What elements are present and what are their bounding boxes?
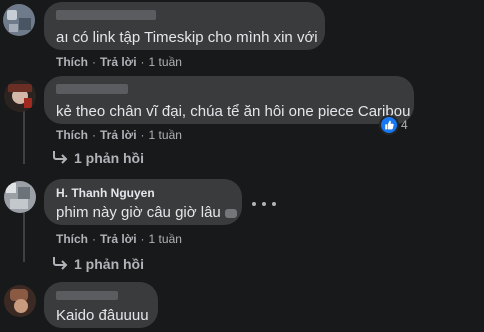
comment-author[interactable]: H. Thanh Nguyen bbox=[56, 185, 230, 201]
reply-link[interactable]: Trả lời bbox=[100, 128, 137, 142]
like-link[interactable]: Thích bbox=[56, 232, 88, 246]
reply-link[interactable]: Trả lời bbox=[100, 232, 137, 246]
comment-actions: Thích · Trả lời · 1 tuần bbox=[56, 128, 182, 142]
comment-bubble: Kaido đâuuuu bbox=[44, 282, 158, 328]
like-link[interactable]: Thích bbox=[56, 55, 88, 69]
comment-text: kẻ theo chân vĩ đại, chúa tể ăn hôi one … bbox=[56, 103, 411, 120]
comment-text: phim này giờ câu giờ lâu bbox=[56, 203, 237, 223]
comment-bubble: aı có link tập Timeskip cho mình xin với bbox=[44, 2, 325, 50]
avatar[interactable] bbox=[4, 181, 36, 213]
like-link[interactable]: Thích bbox=[56, 128, 88, 142]
comment-actions: Thích · Trả lời · 1 tuần bbox=[56, 55, 182, 69]
comment-text-content: phim này giờ câu giờ lâu bbox=[56, 204, 221, 221]
avatar[interactable] bbox=[3, 4, 35, 36]
view-replies-link[interactable]: 1 phản hồi bbox=[74, 149, 144, 167]
timestamp[interactable]: 1 tuần bbox=[149, 55, 182, 69]
reaction-count: 4 bbox=[401, 118, 408, 132]
comment-text: Kaido đâuuuu bbox=[56, 307, 149, 324]
reaction-summary[interactable]: 4 bbox=[381, 116, 408, 134]
more-options-icon[interactable] bbox=[252, 196, 276, 212]
redacted-name bbox=[56, 10, 156, 20]
reply-arrow-icon bbox=[53, 151, 68, 164]
comment-bubble: H. Thanh Nguyen phim này giờ câu giờ lâu bbox=[44, 179, 242, 225]
comment-actions: Thích · Trả lời · 1 tuần bbox=[56, 232, 182, 246]
comment-bubble: kẻ theo chân vĩ đại, chúa tể ăn hôi one … bbox=[44, 76, 414, 124]
timestamp[interactable]: 1 tuần bbox=[149, 232, 182, 246]
redacted-name bbox=[56, 84, 128, 94]
thread-line bbox=[23, 212, 25, 262]
reply-link[interactable]: Trả lời bbox=[100, 55, 137, 69]
view-replies-link[interactable]: 1 phản hồi bbox=[74, 255, 144, 273]
thread-line bbox=[23, 108, 25, 164]
timestamp[interactable]: 1 tuần bbox=[149, 128, 182, 142]
redacted-text bbox=[224, 208, 237, 218]
reply-arrow-icon bbox=[53, 257, 68, 270]
avatar[interactable] bbox=[4, 285, 36, 317]
comment-text: aı có link tập Timeskip cho mình xin với bbox=[56, 29, 318, 46]
like-icon bbox=[381, 117, 397, 133]
avatar[interactable] bbox=[4, 80, 36, 112]
redacted-name bbox=[56, 291, 118, 300]
